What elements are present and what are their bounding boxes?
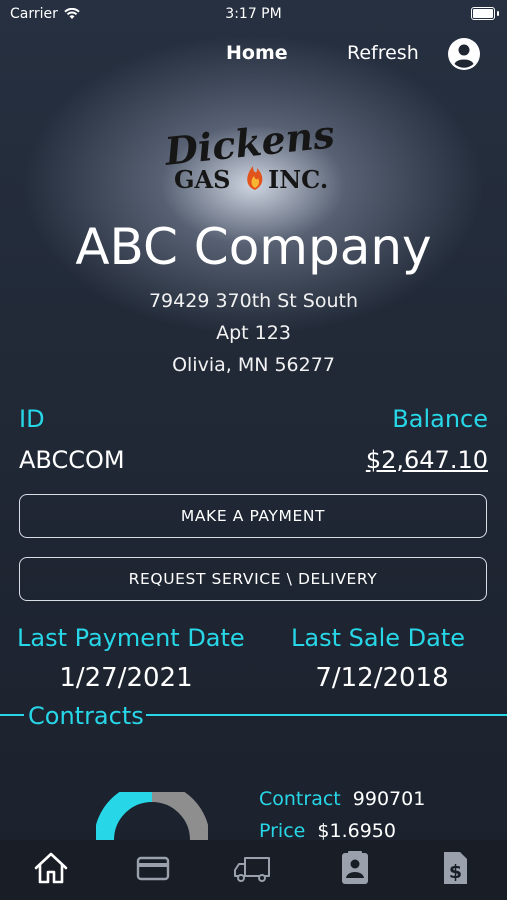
- flame-icon: [247, 166, 263, 190]
- invoice-dollar-icon[interactable]: $: [435, 848, 475, 888]
- address-line-1: 79429 370th St South: [148, 290, 359, 312]
- app-screen: Carrier 3:17 PM Home Refresh Dickens GAS…: [0, 0, 507, 900]
- last-sale-date-value: 7/12/2018: [315, 663, 449, 693]
- status-bar: Carrier 3:17 PM: [0, 0, 507, 28]
- company-name: ABC Company: [75, 218, 432, 276]
- truck-icon[interactable]: [233, 848, 273, 888]
- contact-card-icon[interactable]: [335, 848, 375, 888]
- price-row: Price $1.6950: [259, 820, 396, 842]
- contract-gauge: [96, 792, 208, 841]
- last-sale-date-label: Last Sale Date: [291, 624, 465, 652]
- contracts-divider-right: [146, 714, 507, 716]
- logo-line2-left: GAS: [174, 165, 230, 194]
- contracts-section-title: Contracts: [28, 702, 144, 730]
- logo-line2-right: INC.: [268, 165, 328, 194]
- last-payment-date-value: 1/27/2021: [59, 663, 193, 693]
- home-nav-link[interactable]: Home: [226, 42, 288, 64]
- battery-cap: [497, 11, 499, 16]
- price-label: Price: [259, 820, 306, 842]
- top-nav: Home Refresh: [0, 30, 507, 76]
- credit-card-icon[interactable]: [133, 848, 173, 888]
- home-icon[interactable]: [31, 848, 71, 888]
- balance-value-link[interactable]: $2,647.10: [366, 446, 488, 474]
- price-value: $1.6950: [317, 820, 396, 842]
- contract-value: 990701: [352, 788, 426, 810]
- contract-label: Contract: [259, 788, 341, 810]
- user-circle-icon[interactable]: [447, 37, 481, 71]
- last-payment-date-label: Last Payment Date: [17, 624, 245, 652]
- make-payment-button[interactable]: MAKE A PAYMENT: [19, 494, 487, 538]
- battery-icon: [471, 7, 495, 20]
- request-service-button[interactable]: REQUEST SERVICE \ DELIVERY: [19, 557, 487, 601]
- bottom-tab-bar: $: [0, 840, 507, 900]
- clock: 3:17 PM: [225, 6, 282, 22]
- contracts-divider-left: [0, 714, 24, 716]
- contract-number-row: Contract 990701: [259, 788, 425, 810]
- customer-id-value: ABCCOM: [19, 446, 125, 474]
- refresh-button[interactable]: Refresh: [347, 42, 419, 64]
- svg-text:$: $: [449, 861, 462, 883]
- company-logo: Dickens GAS INC.: [162, 116, 337, 194]
- address-line-2: Apt 123: [216, 322, 291, 344]
- balance-label: Balance: [392, 405, 488, 433]
- id-label: ID: [19, 405, 45, 433]
- address-line-3: Olivia, MN 56277: [172, 354, 335, 376]
